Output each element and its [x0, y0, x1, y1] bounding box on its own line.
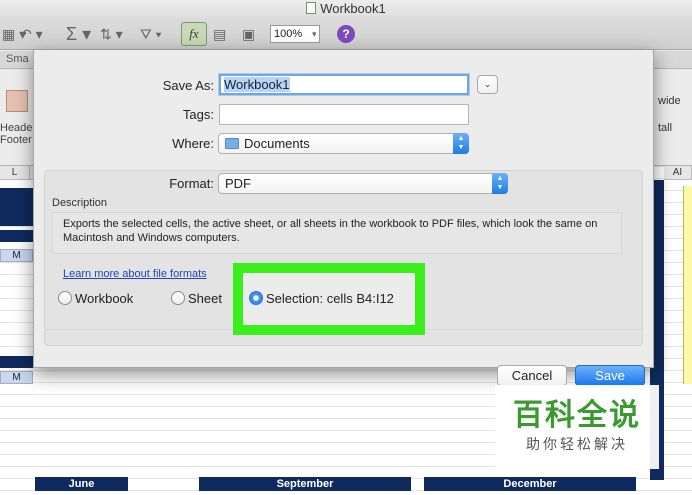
- sort-icon[interactable]: ⇅ ▾: [100, 23, 123, 45]
- radio-sheet[interactable]: Sheet: [171, 291, 222, 306]
- standard-toolbar: ▦ ▾ ↶ ▾ Σ ▾ ⇅ ▾ ⛛ ▾ fx ▤ ▣ 100% ▾ ?: [0, 18, 692, 50]
- month-header-september: September: [199, 477, 411, 491]
- header-footer-label: Header Footer: [0, 122, 37, 146]
- radio-workbook[interactable]: Workbook: [58, 291, 133, 306]
- save-as-value: Workbook1: [224, 77, 290, 92]
- ribbon-tab-smartart[interactable]: Sma: [6, 53, 29, 65]
- where-label: Where:: [172, 136, 214, 151]
- tags-field[interactable]: [219, 104, 469, 125]
- month-header-june: June: [35, 477, 128, 491]
- window-title-bar: Workbook1: [0, 0, 692, 18]
- zoom-dropdown-icon[interactable]: ▾: [312, 23, 317, 45]
- column-header-ai[interactable]: AI: [664, 166, 692, 180]
- undo-icon[interactable]: ↶ ▾: [20, 23, 43, 45]
- popup-arrows-icon: ▲ ▼: [492, 173, 508, 194]
- format-label: Format:: [169, 176, 214, 191]
- watermark-tagline: 助你轻松解决: [526, 437, 628, 453]
- calendar-cell[interactable]: M: [0, 249, 33, 262]
- month-header-december: December: [424, 477, 636, 491]
- format-popup[interactable]: PDF ▲ ▼: [218, 173, 508, 194]
- navy-band: [0, 230, 33, 242]
- radio-selection[interactable]: Selection: cells B4:I12: [249, 291, 394, 306]
- where-popup[interactable]: Documents ▲ ▼: [218, 133, 469, 154]
- tags-label: Tags:: [182, 107, 214, 122]
- save-as-label: Save As:: [162, 78, 214, 93]
- popup-arrows-icon: ▲ ▼: [453, 133, 469, 154]
- description-text: Exports the selected cells, the active s…: [52, 212, 622, 254]
- function-button[interactable]: fx: [181, 22, 207, 46]
- learn-more-link[interactable]: Learn more about file formats: [63, 268, 207, 280]
- calendar-cell[interactable]: M: [0, 371, 33, 384]
- save-button[interactable]: Save: [575, 365, 645, 386]
- where-value: Documents: [244, 136, 310, 151]
- fit-wide-label: wide: [658, 95, 681, 107]
- radio-workbook-indicator[interactable]: [58, 291, 72, 305]
- expand-dialog-button[interactable]: ⌄: [477, 75, 498, 94]
- filter-icon[interactable]: ⛛ ▾: [140, 23, 162, 45]
- navy-band: [0, 356, 33, 368]
- radio-workbook-label: Workbook: [75, 291, 134, 306]
- fit-tall-label: tall: [658, 122, 673, 134]
- radio-selection-indicator[interactable]: [249, 291, 263, 305]
- radio-sheet-indicator[interactable]: [171, 291, 185, 305]
- watermark-logo: 百科全说 助你轻松解决: [495, 385, 659, 469]
- sticky-note: [683, 186, 692, 384]
- save-dialog: Save As: Workbook1 ⌄ Tags: Where: Docume…: [33, 50, 654, 386]
- help-button[interactable]: ?: [337, 25, 355, 43]
- column-header-l[interactable]: L: [0, 166, 30, 180]
- window-title: Workbook1: [320, 1, 386, 16]
- radio-sheet-label: Sheet: [188, 291, 222, 306]
- media-browser-icon[interactable]: ▣: [242, 23, 255, 45]
- watermark-brand: 百科全说: [513, 398, 641, 433]
- document-icon: [306, 2, 317, 14]
- navy-header-block: [0, 188, 33, 226]
- toolbox-icon[interactable]: ▤: [213, 23, 226, 45]
- description-title: Description: [52, 197, 108, 209]
- folder-icon: [225, 138, 239, 149]
- radio-selection-label: Selection: cells B4:I12: [266, 291, 394, 306]
- header-footer-icon[interactable]: [6, 90, 28, 112]
- format-value: PDF: [225, 176, 251, 191]
- save-as-field[interactable]: Workbook1: [219, 74, 469, 95]
- autosum-icon[interactable]: Σ ▾: [66, 23, 91, 45]
- cancel-button[interactable]: Cancel: [497, 365, 567, 386]
